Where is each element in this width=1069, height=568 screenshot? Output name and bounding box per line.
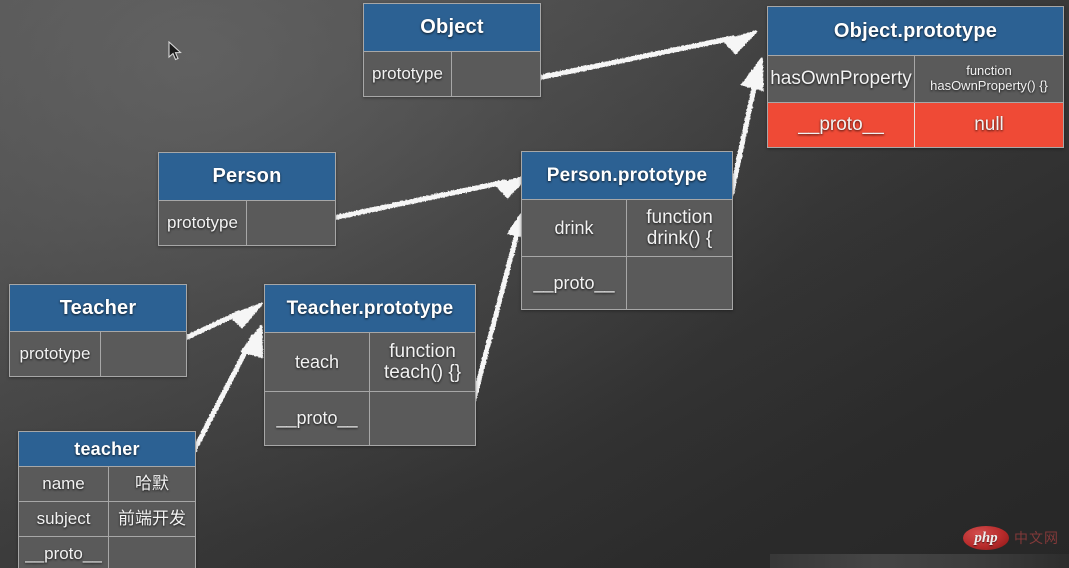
arrowhead-personproto-to-objectprototype (741, 57, 764, 91)
arrow-line-object-to-objectprototype (505, 35, 736, 87)
box-object[interactable]: Object prototype (363, 3, 541, 97)
box-teacher-instance-row2-key: __proto__ (19, 537, 109, 568)
table-row-highlighted: __proto__ null (768, 103, 1063, 147)
box-teacher-prototype-row1-key: __proto__ (265, 392, 370, 445)
table-row: prototype (159, 201, 335, 245)
table-row: hasOwnProperty function hasOwnProperty()… (768, 56, 1063, 103)
box-person-row0-value (247, 201, 335, 245)
table-row: drink function drink() { (522, 200, 732, 257)
box-teacher-instance-row1-key: subject (19, 502, 109, 536)
box-teacher-instance-row0-value: 哈默 (135, 474, 169, 494)
php-logo-icon: php (963, 526, 1009, 550)
box-teacher-prototype-row0-value: function teach() {} (383, 340, 462, 383)
table-row: prototype (364, 52, 540, 96)
arrowhead-teacher-to-teacherprototype (228, 302, 264, 329)
box-object-prototype-title: Object.prototype (768, 7, 1063, 56)
box-teacher-instance-row2-value (109, 537, 195, 568)
arrowhead-teacherinstance-to-teacherprototype (240, 324, 264, 359)
box-teacher-instance-row1-value: 前端开发 (118, 509, 186, 529)
bottom-strip (770, 554, 1069, 568)
box-object-prototype-row0-key: hasOwnProperty (768, 56, 915, 102)
box-teacher-prototype-row1-value (370, 392, 475, 445)
box-person-prototype[interactable]: Person.prototype drink function drink() … (521, 151, 733, 310)
box-object-row0-value (452, 52, 540, 96)
box-person-prototype-title: Person.prototype (522, 152, 732, 200)
table-row: name 哈默 (19, 467, 195, 502)
table-row: subject 前端开发 (19, 502, 195, 537)
watermark-site-text: 中文网 (1014, 530, 1059, 546)
box-teacher-title: Teacher (10, 285, 186, 332)
box-object-prototype-row0-value: function hasOwnProperty() {} (930, 63, 1048, 93)
box-person-prototype-row0-value: function drink() { (646, 206, 713, 249)
box-teacher-instance[interactable]: teacher name 哈默 subject 前端开发 __proto__ (18, 431, 196, 568)
table-row: __proto__ (265, 392, 475, 445)
box-object-prototype[interactable]: Object.prototype hasOwnProperty function… (767, 6, 1064, 148)
box-person-title: Person (159, 153, 335, 201)
box-person[interactable]: Person prototype (158, 152, 336, 246)
box-person-prototype-row1-value (627, 257, 732, 309)
box-teacher-prototype-row0-key: teach (265, 333, 370, 391)
box-teacher-prototype[interactable]: Teacher.prototype teach function teach()… (264, 284, 476, 446)
box-object-prototype-row1-key: __proto__ (768, 103, 915, 147)
watermark: php 中文网 (963, 526, 1059, 550)
box-teacher-row0-key: prototype (10, 332, 101, 376)
box-teacher-row0-value (101, 332, 186, 376)
box-teacher-instance-row0-key: name (19, 467, 109, 501)
table-row: teach function teach() {} (265, 333, 475, 392)
arrowhead-object-to-objectprototype (722, 30, 758, 55)
box-person-prototype-row0-key: drink (522, 200, 627, 256)
box-teacher-instance-title: teacher (19, 432, 195, 467)
table-row: __proto__ (522, 257, 732, 309)
mouse-pointer-icon (168, 41, 182, 61)
box-teacher-prototype-title: Teacher.prototype (265, 285, 475, 333)
box-teacher[interactable]: Teacher prototype (9, 284, 187, 377)
table-row: __proto__ (19, 537, 195, 568)
box-person-prototype-row1-key: __proto__ (522, 257, 627, 309)
diagram-canvas: Object prototype Object.prototype hasOwn… (0, 0, 1069, 568)
box-object-prototype-row1-value: null (974, 114, 1004, 136)
box-object-title: Object (364, 4, 540, 52)
box-object-row0-key: prototype (364, 52, 452, 96)
box-person-row0-key: prototype (159, 201, 247, 245)
table-row: prototype (10, 332, 186, 376)
